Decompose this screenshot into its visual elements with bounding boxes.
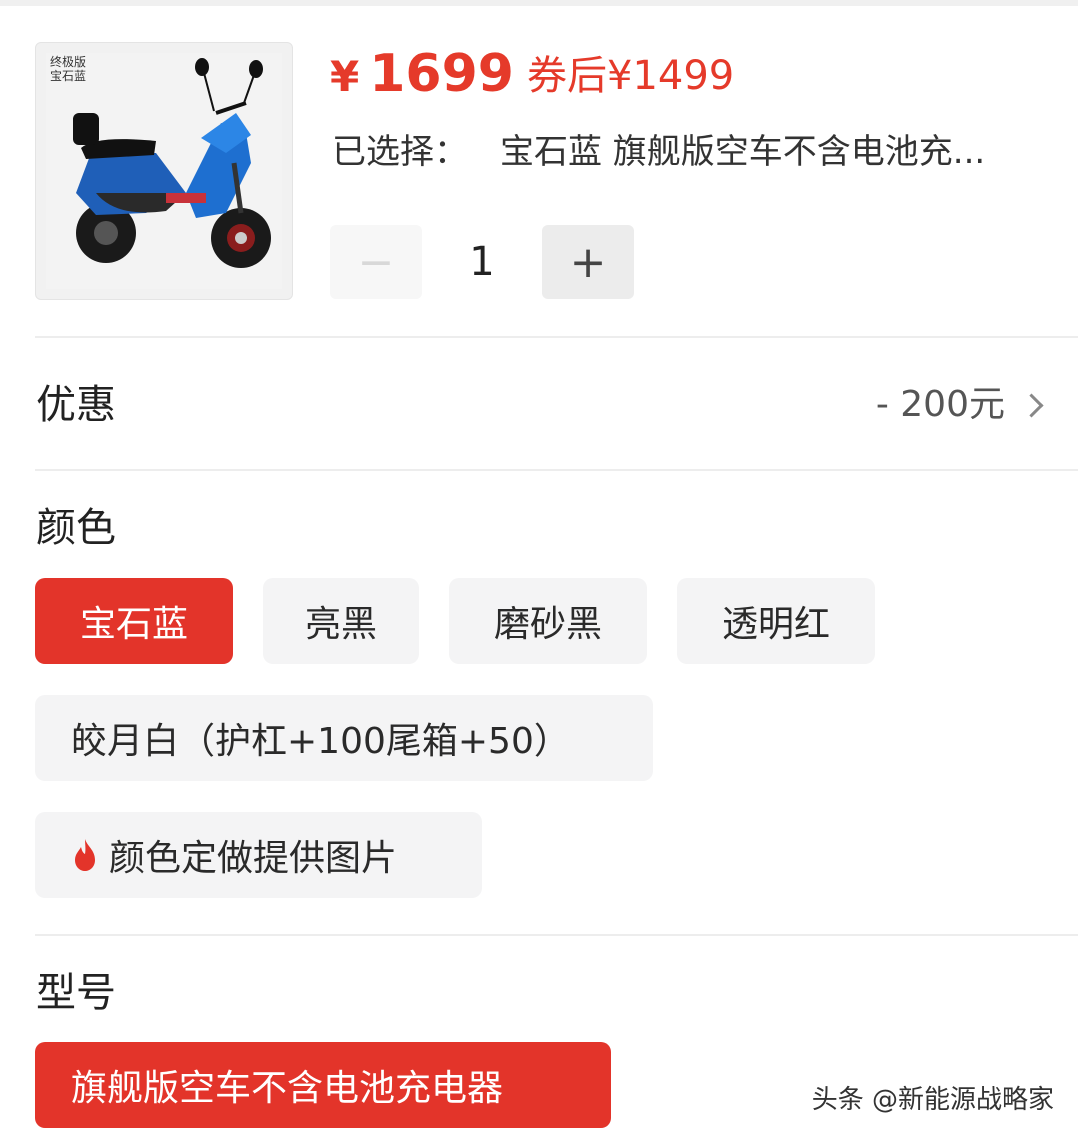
selected-value: 宝石蓝 旗舰版空车不含电池充... [500, 132, 986, 172]
quantity-value[interactable]: 1 [452, 234, 512, 290]
coupon-price: 券后¥1499 [527, 53, 735, 99]
image-tag: 终极版 宝石蓝 [50, 55, 86, 83]
divider [35, 934, 1078, 936]
currency-symbol: ¥ [330, 52, 360, 101]
color-option-gem-blue[interactable]: 宝石蓝 [35, 578, 233, 664]
color-option-moon-white[interactable]: 皎月白（护杠+100尾箱+50） [35, 695, 653, 781]
color-section-title: 颜色 [36, 505, 116, 551]
image-tag-edition: 终极版 [50, 55, 87, 69]
color-option-transparent-red[interactable]: 透明红 [677, 578, 875, 664]
color-option-bright-black[interactable]: 亮黑 [263, 578, 419, 664]
color-option-matte-black[interactable]: 磨砂黑 [449, 578, 647, 664]
custom-color-label: 颜色定做提供图片 [109, 838, 398, 879]
chevron-right-icon [1019, 392, 1044, 418]
product-price: ¥1699 [330, 44, 514, 107]
image-tag-color: 宝石蓝 [50, 69, 87, 83]
discount-row[interactable]: - 200元 [875, 380, 1044, 430]
flame-icon [75, 839, 95, 871]
quantity-decrease-button[interactable]: − [330, 225, 422, 299]
watermark: 头条 @新能源战略家 [811, 1085, 1054, 1115]
top-bar [0, 0, 1078, 6]
selected-spec: 已选择： 宝石蓝 旗舰版空车不含电池充... [332, 130, 985, 174]
product-image[interactable]: 终极版 宝石蓝 [35, 42, 293, 300]
selected-label: 已选择： [332, 132, 468, 172]
price-value: 1699 [369, 44, 514, 104]
divider [35, 336, 1078, 338]
discount-label: 优惠 [36, 382, 116, 428]
quantity-increase-button[interactable]: + [542, 225, 634, 299]
divider [35, 469, 1078, 471]
model-section-title: 型号 [36, 970, 116, 1016]
color-option-custom[interactable]: 颜色定做提供图片 [35, 812, 482, 898]
discount-value: - 200元 [875, 384, 1005, 425]
model-option-flagship[interactable]: 旗舰版空车不含电池充电器 [35, 1042, 611, 1128]
